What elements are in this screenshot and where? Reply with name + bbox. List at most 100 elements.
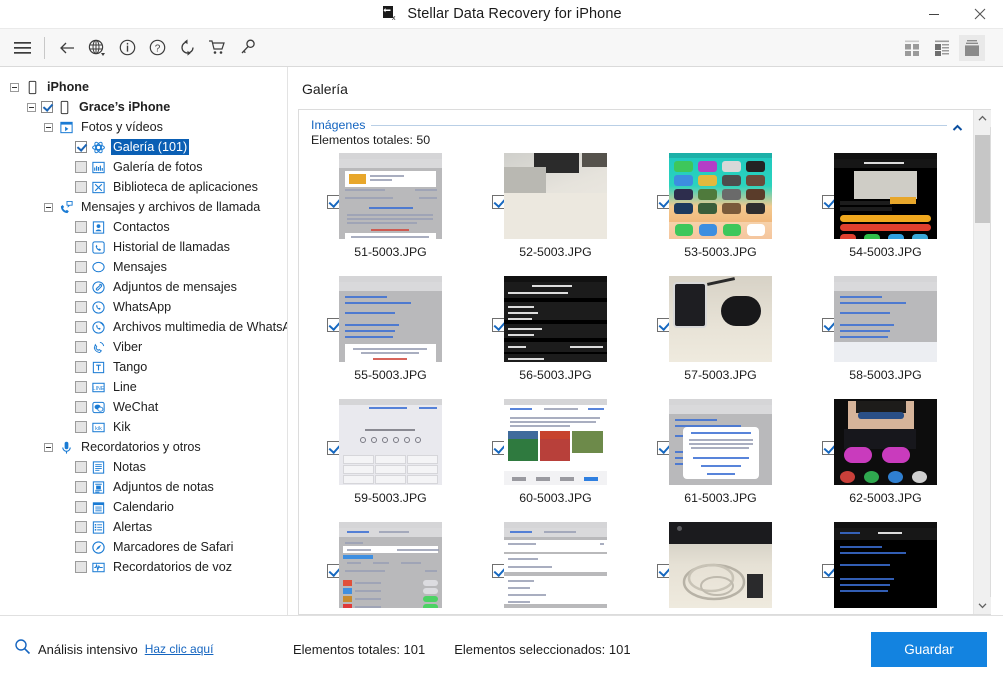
tree-item-fotos-y-v-deos[interactable]: Fotos y vídeos <box>0 117 287 137</box>
tree-item-biblioteca-de-aplicaciones[interactable]: Biblioteca de aplicaciones <box>0 177 287 197</box>
thumbnail-image[interactable] <box>504 153 607 239</box>
thumbnail-item[interactable] <box>472 522 637 614</box>
scrollbar-thumb[interactable] <box>975 135 990 223</box>
save-button[interactable]: Guardar <box>871 632 987 667</box>
tree-item-checkbox[interactable] <box>75 261 87 273</box>
info-icon[interactable] <box>112 33 142 63</box>
thumbnail-item[interactable]: 60-5003.JPG <box>472 399 637 522</box>
tree-item-checkbox[interactable] <box>75 321 87 333</box>
thumbnail-item[interactable] <box>307 522 472 614</box>
refresh-icon[interactable] <box>172 33 202 63</box>
tree-item-checkbox[interactable] <box>75 301 87 313</box>
thumbnail-image[interactable] <box>339 522 442 608</box>
thumbnail-item[interactable] <box>637 522 802 614</box>
thumbnail-item[interactable]: 55-5003.JPG <box>307 276 472 399</box>
globe-icon[interactable] <box>82 33 112 63</box>
thumbnail-item[interactable]: 53-5003.JPG <box>637 153 802 276</box>
minimize-button[interactable] <box>911 0 957 28</box>
collapse-toggle-icon[interactable] <box>27 103 36 112</box>
collapse-toggle-icon[interactable] <box>10 83 19 92</box>
thumbnail-image[interactable] <box>669 522 772 608</box>
list-view-icon[interactable] <box>929 35 955 61</box>
thumbnail-item[interactable]: 62-5003.JPG <box>802 399 967 522</box>
help-icon[interactable]: ? <box>142 33 172 63</box>
thumbnail-item[interactable]: 56-5003.JPG <box>472 276 637 399</box>
thumbnail-image[interactable] <box>669 399 772 485</box>
thumbnail-image[interactable] <box>339 153 442 239</box>
tree-item-checkbox[interactable] <box>75 221 87 233</box>
chevron-down-icon[interactable] <box>974 597 991 614</box>
thumbnail-image[interactable] <box>834 153 937 239</box>
thumbnail-item[interactable]: 54-5003.JPG <box>802 153 967 276</box>
cart-icon[interactable] <box>202 33 232 63</box>
tree-item-checkbox[interactable] <box>75 381 87 393</box>
close-button[interactable] <box>957 0 1003 28</box>
thumbnail-image[interactable] <box>669 153 772 239</box>
tree-item-checkbox[interactable] <box>75 561 87 573</box>
tree-item-calendario[interactable]: Calendario <box>0 497 287 517</box>
tree-item-recordatorios-de-voz[interactable]: Recordatorios de voz <box>0 557 287 577</box>
tree-item-mensajes[interactable]: Mensajes <box>0 257 287 277</box>
back-icon[interactable] <box>52 33 82 63</box>
scrollbar-track[interactable] <box>974 127 991 597</box>
collapse-toggle-icon[interactable] <box>44 203 53 212</box>
thumbnail-image[interactable] <box>834 276 937 362</box>
tree-item-checkbox[interactable] <box>75 341 87 353</box>
chevron-up-icon[interactable] <box>952 124 963 135</box>
thumbnail-image[interactable] <box>834 522 937 608</box>
thumbnail-image[interactable] <box>339 276 442 362</box>
thumbnail-item[interactable]: 57-5003.JPG <box>637 276 802 399</box>
tree-item-galer-a-101[interactable]: Galería (101) <box>0 137 287 157</box>
thumbnail-image[interactable] <box>504 522 607 608</box>
tree-item-historial-de-llamadas[interactable]: Historial de llamadas <box>0 237 287 257</box>
key-icon[interactable] <box>232 33 262 63</box>
detail-view-icon[interactable] <box>959 35 985 61</box>
tree-item-alertas[interactable]: Alertas <box>0 517 287 537</box>
tree-item-kik[interactable]: kikKik <box>0 417 287 437</box>
tree-item-checkbox[interactable] <box>75 461 87 473</box>
thumbnail-item[interactable]: 61-5003.JPG <box>637 399 802 522</box>
tree-item-grace-s-iphone[interactable]: Grace’s iPhone <box>0 97 287 117</box>
tree-item-tango[interactable]: Tango <box>0 357 287 377</box>
tree-item-checkbox[interactable] <box>75 281 87 293</box>
thumbnail-item[interactable]: 51-5003.JPG <box>307 153 472 276</box>
tree-item-checkbox[interactable] <box>41 101 53 113</box>
tree-item-notas[interactable]: Notas <box>0 457 287 477</box>
tree-item-checkbox[interactable] <box>75 161 87 173</box>
thumbnail-image[interactable] <box>504 276 607 362</box>
tree-item-whatsapp[interactable]: WhatsApp <box>0 297 287 317</box>
tree-item-line[interactable]: LINELine <box>0 377 287 397</box>
menu-icon[interactable] <box>8 33 38 63</box>
tree-item-wechat[interactable]: WeChat <box>0 397 287 417</box>
tree-item-checkbox[interactable] <box>75 421 87 433</box>
thumbnail-item[interactable] <box>802 522 967 614</box>
gallery-scrollbar[interactable] <box>973 110 990 614</box>
tree-item-adjuntos-de-notas[interactable]: Adjuntos de notas <box>0 477 287 497</box>
thumbnail-image[interactable] <box>834 399 937 485</box>
tree-item-checkbox[interactable] <box>75 141 87 153</box>
tree-item-contactos[interactable]: Contactos <box>0 217 287 237</box>
grid-view-icon[interactable] <box>899 35 925 61</box>
tree-item-archivos-multimedia-de-whatsapp[interactable]: Archivos multimedia de WhatsApp <box>0 317 287 337</box>
collapse-toggle-icon[interactable] <box>44 123 53 132</box>
deep-scan-link[interactable]: Haz clic aquí <box>145 642 214 656</box>
tree-item-viber[interactable]: Viber <box>0 337 287 357</box>
thumbnail-image[interactable] <box>669 276 772 362</box>
tree-item-checkbox[interactable] <box>75 521 87 533</box>
device-tree-sidebar[interactable]: iPhoneGrace’s iPhoneFotos y vídeosGalerí… <box>0 67 288 615</box>
tree-item-checkbox[interactable] <box>75 241 87 253</box>
thumbnail-image[interactable] <box>339 399 442 485</box>
tree-item-checkbox[interactable] <box>75 541 87 553</box>
tree-item-galer-a-de-fotos[interactable]: Galería de fotos <box>0 157 287 177</box>
tree-item-checkbox[interactable] <box>75 361 87 373</box>
chevron-up-icon[interactable] <box>974 110 991 127</box>
tree-item-marcadores-de-safari[interactable]: Marcadores de Safari <box>0 537 287 557</box>
thumbnail-item[interactable]: 52-5003.JPG <box>472 153 637 276</box>
tree-item-iphone[interactable]: iPhone <box>0 77 287 97</box>
tree-item-checkbox[interactable] <box>75 501 87 513</box>
tree-item-adjuntos-de-mensajes[interactable]: Adjuntos de mensajes <box>0 277 287 297</box>
thumbnail-item[interactable]: 58-5003.JPG <box>802 276 967 399</box>
collapse-toggle-icon[interactable] <box>44 443 53 452</box>
tree-item-mensajes-y-archivos-de-llamada[interactable]: Mensajes y archivos de llamada <box>0 197 287 217</box>
tree-item-checkbox[interactable] <box>75 401 87 413</box>
